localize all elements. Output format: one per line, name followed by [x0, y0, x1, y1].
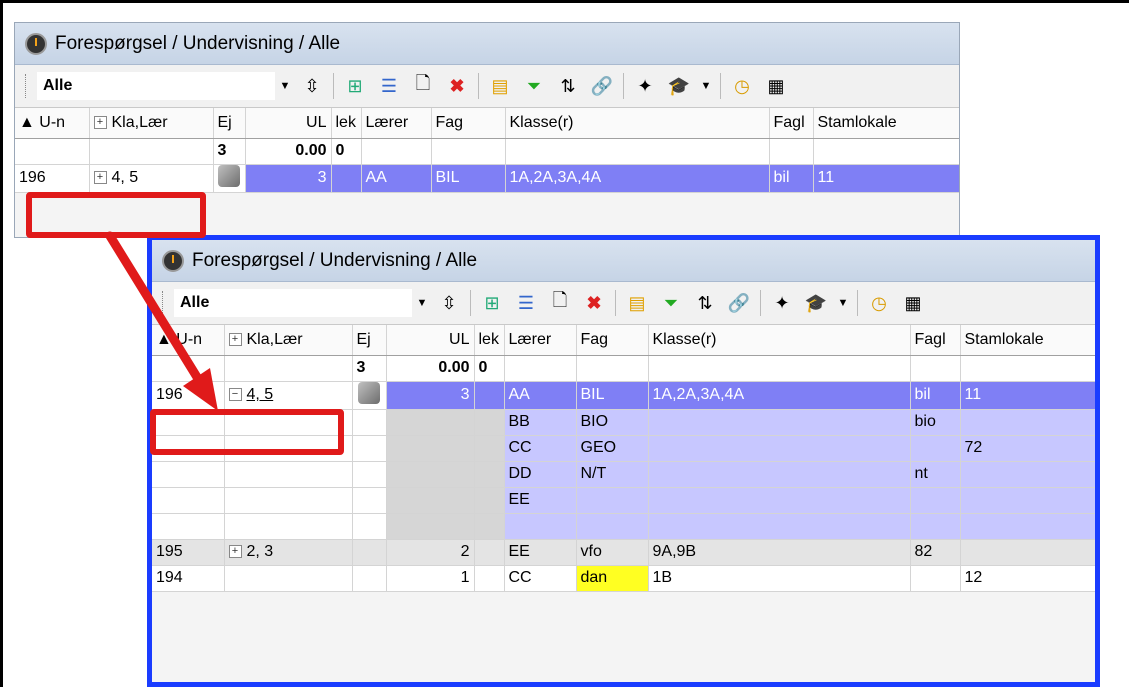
- arrow-annotation: [105, 231, 218, 411]
